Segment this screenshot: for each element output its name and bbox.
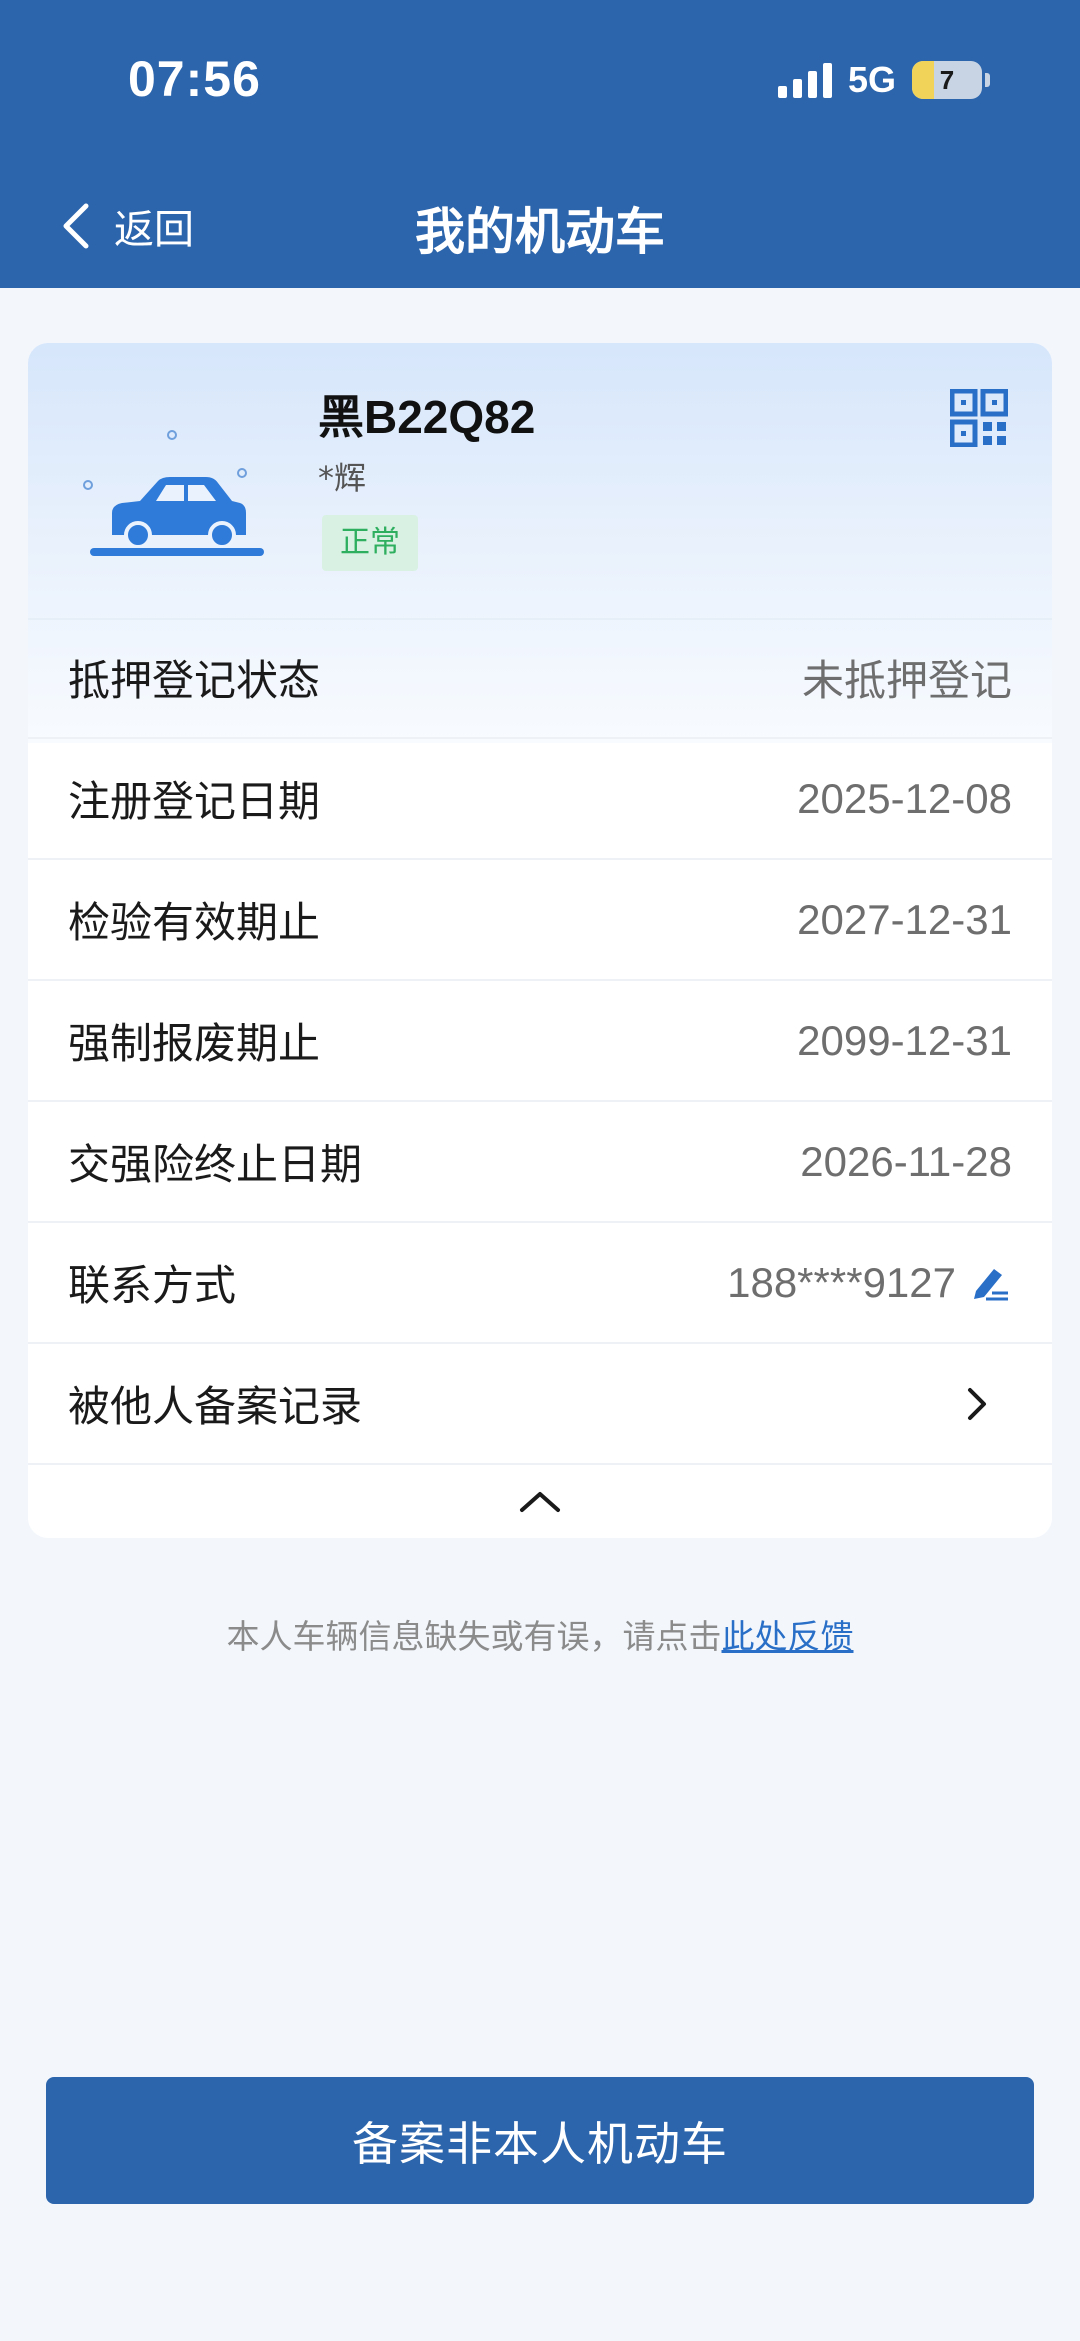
network-type: 5G	[847, 59, 896, 100]
qr-code-icon[interactable]	[950, 389, 1008, 447]
detail-label: 注册登记日期	[68, 777, 321, 826]
detail-label: 联系方式	[68, 1261, 237, 1310]
feedback-text: 本人车辆信息缺失或有误，请点击	[226, 1617, 722, 1656]
header: 07:56 5G 7 返回 我的机动车	[0, 0, 1080, 288]
detail-value: 2025-12-08	[797, 774, 1012, 822]
detail-label: 检验有效期止	[68, 898, 321, 947]
detail-list: 抵押登记状态 未抵押登记 注册登记日期 2025-12-08 检验有效期止 20…	[28, 618, 1052, 1537]
feedback-note: 本人车辆信息缺失或有误，请点击此处反馈	[0, 1610, 1080, 1658]
battery-icon: 7	[912, 61, 982, 99]
battery-level: 7	[939, 64, 955, 95]
detail-value: 未抵押登记	[801, 656, 1012, 705]
detail-label: 抵押登记状态	[68, 656, 321, 705]
contact-phone: 188****9127	[727, 1258, 956, 1306]
battery-cap	[985, 73, 990, 87]
records-by-others-row[interactable]: 被他人备案记录	[28, 1344, 1052, 1465]
detail-value: 2027-12-31	[797, 895, 1012, 943]
edit-icon[interactable]	[968, 1261, 1012, 1305]
feedback-link[interactable]: 此处反馈	[722, 1617, 854, 1656]
detail-row-contact: 联系方式 188****9127	[28, 1223, 1052, 1344]
owner-name: *辉	[318, 459, 367, 497]
car-icon	[83, 430, 264, 556]
detail-value: 2099-12-31	[797, 1016, 1012, 1064]
detail-label: 被他人备案记录	[68, 1382, 363, 1431]
detail-row-registration-date: 注册登记日期 2025-12-08	[28, 739, 1052, 860]
page: 07:56 5G 7 返回 我的机动车 黑B22Q82 *辉 正常 抵押登记状态…	[0, 0, 1080, 2341]
chevron-right-icon	[968, 1387, 986, 1420]
detail-row-mortgage: 抵押登记状态 未抵押登记	[28, 618, 1052, 739]
page-title: 我的机动车	[415, 203, 665, 261]
register-other-vehicle-button[interactable]: 备案非本人机动车	[46, 2077, 1034, 2204]
plate-number: 黑B22Q82	[318, 391, 536, 443]
detail-row-inspection-expiry: 检验有效期止 2027-12-31	[28, 860, 1052, 981]
status-badge: 正常	[322, 515, 418, 571]
detail-value: 2026-11-28	[800, 1137, 1012, 1185]
detail-row-insurance-expiry: 交强险终止日期 2026-11-28	[28, 1102, 1052, 1223]
status-indicators: 5G 7	[777, 58, 990, 102]
status-time: 07:56	[128, 51, 261, 107]
detail-label: 交强险终止日期	[68, 1140, 363, 1189]
signal-icon	[777, 62, 832, 98]
vehicle-card: 黑B22Q82 *辉 正常 抵押登记状态 未抵押登记 注册登记日期 2025-1…	[28, 343, 1052, 1538]
collapse-button[interactable]	[28, 1465, 1052, 1537]
detail-row-scrap-date: 强制报废期止 2099-12-31	[28, 981, 1052, 1102]
detail-label: 强制报废期止	[68, 1019, 321, 1068]
battery-fill	[912, 61, 934, 99]
chevron-up-icon	[520, 1492, 560, 1512]
